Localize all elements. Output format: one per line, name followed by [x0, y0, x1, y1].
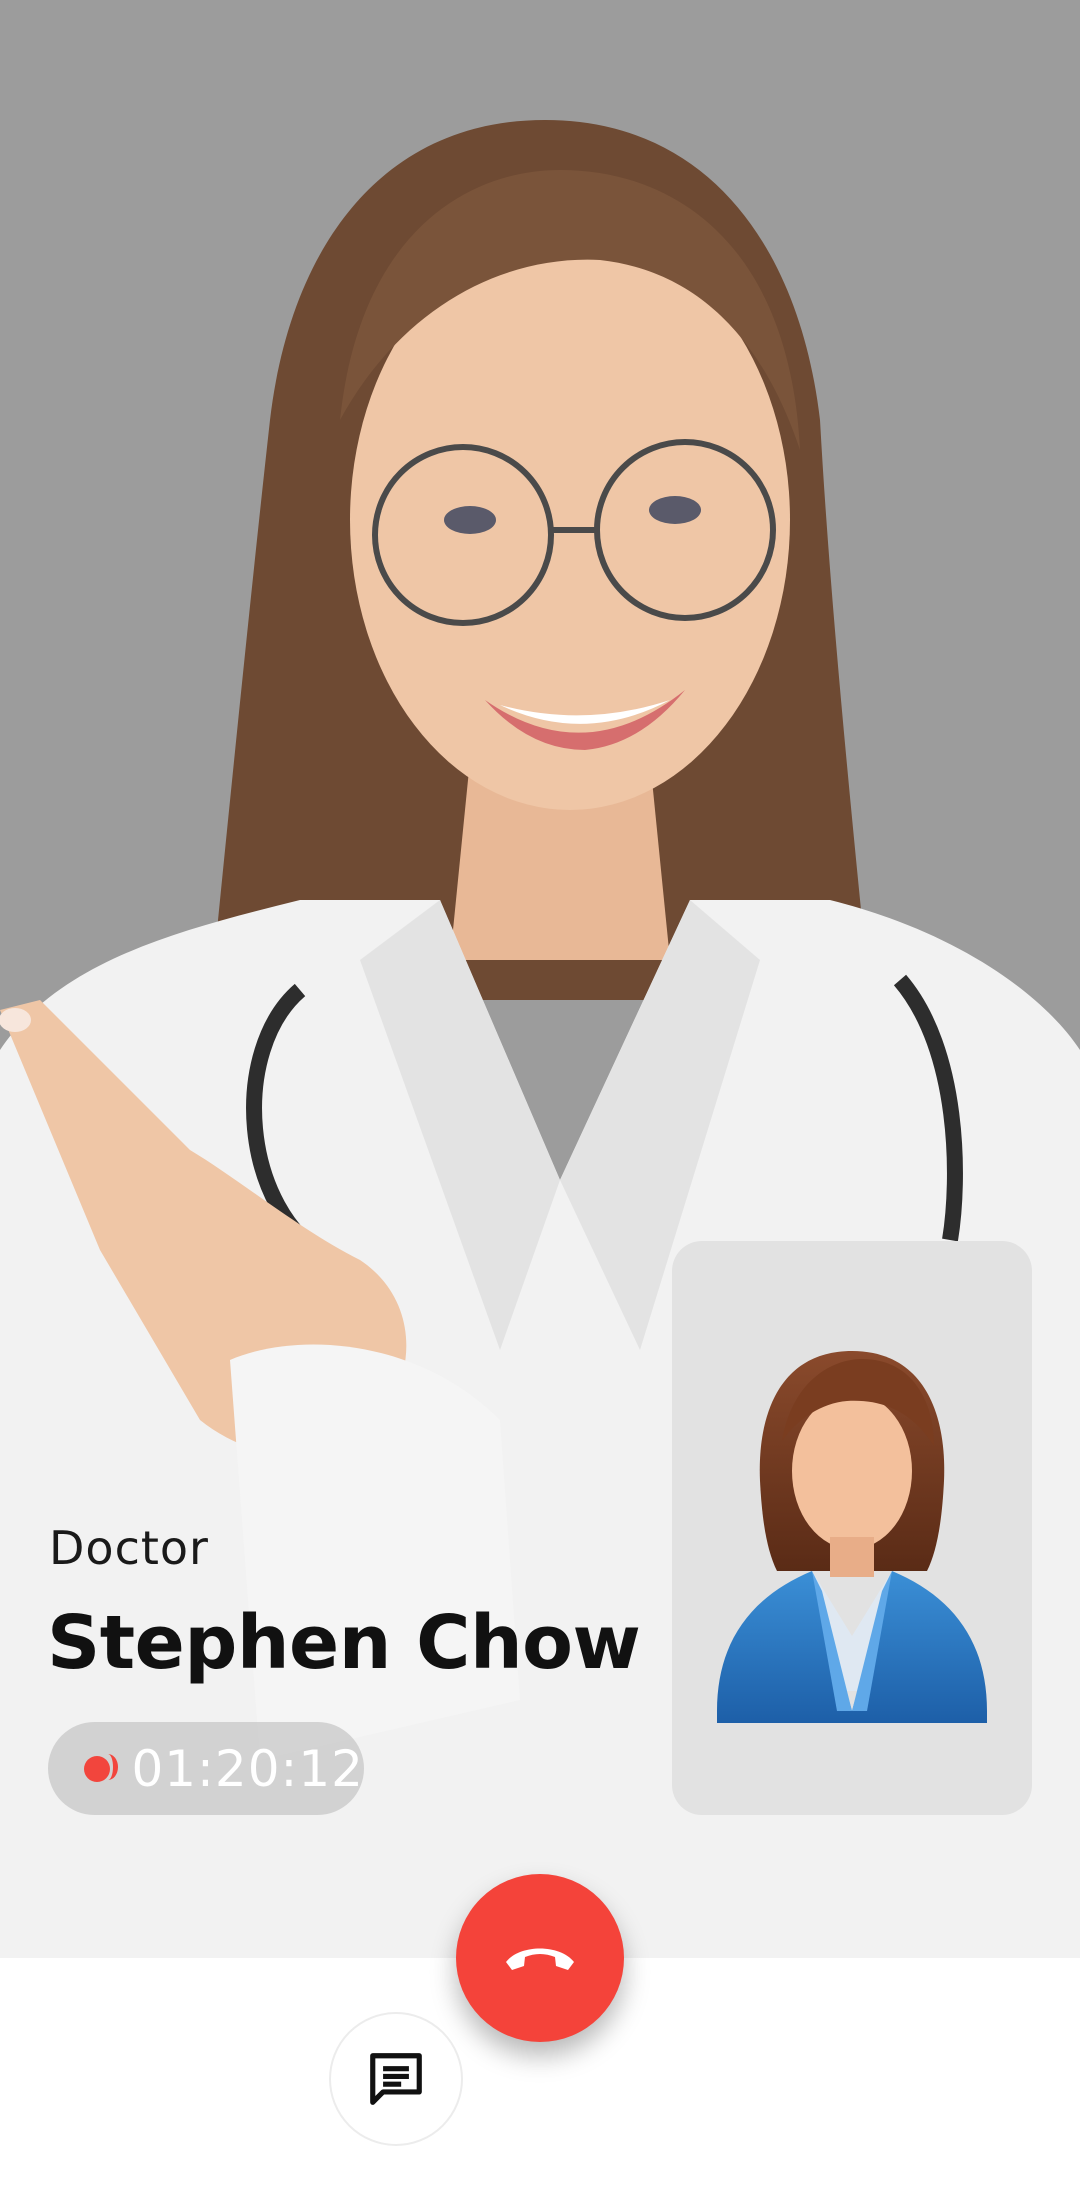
end-call-button[interactable] — [456, 1874, 624, 2042]
caller-name: Stephen Chow — [47, 1600, 641, 1686]
call-timer-badge: 01:20:12 — [48, 1722, 364, 1815]
recording-icon — [84, 1753, 118, 1784]
chat-button[interactable] — [329, 2012, 463, 2146]
chat-icon — [370, 2053, 422, 2105]
local-video-preview[interactable] — [672, 1241, 1032, 1815]
phone-hangup-icon — [506, 1948, 574, 1970]
call-duration: 01:20:12 — [131, 1739, 364, 1798]
female-user-avatar-icon — [717, 1351, 987, 1723]
caller-role: Doctor — [49, 1521, 209, 1575]
